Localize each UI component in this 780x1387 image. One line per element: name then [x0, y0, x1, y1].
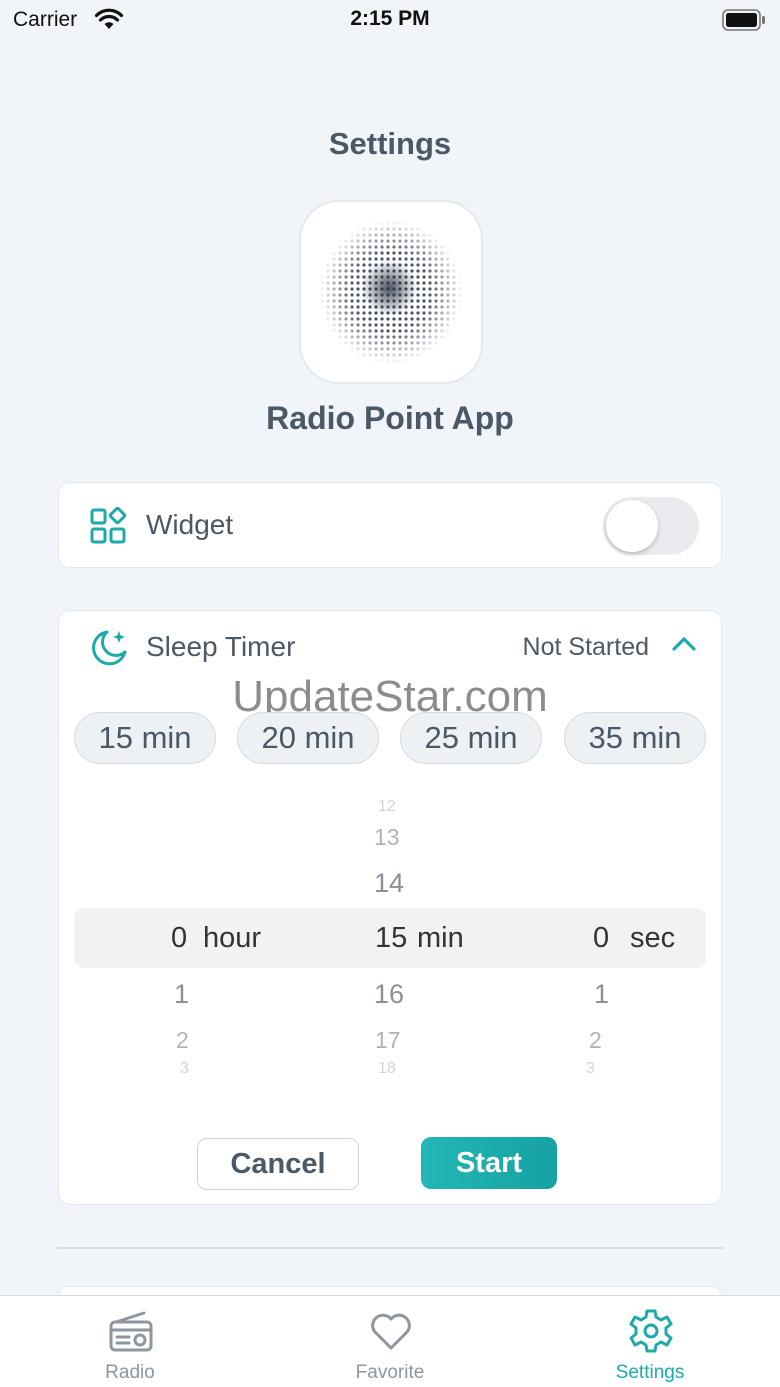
- tab-radio-label: Radio: [105, 1362, 155, 1383]
- status-bar: Carrier 2:15 PM: [0, 0, 780, 42]
- preset-35-min[interactable]: 35 min: [564, 712, 706, 764]
- tab-favorite-label: Favorite: [355, 1362, 425, 1383]
- picker-sec-unit: sec: [630, 922, 676, 954]
- heart-icon: [371, 1313, 411, 1350]
- picker-hour-option[interactable]: 2: [176, 1027, 189, 1054]
- picker-sec-option[interactable]: 2: [589, 1027, 602, 1054]
- picker-hour-option[interactable]: 3: [180, 1060, 189, 1078]
- gear-icon: [629, 1309, 673, 1353]
- preset-15-min[interactable]: 15 min: [74, 712, 216, 764]
- tab-settings-label: Settings: [615, 1362, 685, 1383]
- picker-sec-selected[interactable]: 0: [593, 922, 609, 955]
- picker-hour-unit: hour: [203, 922, 262, 954]
- cancel-button[interactable]: Cancel: [197, 1138, 359, 1190]
- divider: [57, 1247, 723, 1249]
- page-title: Settings: [328, 126, 452, 161]
- picker-min-option[interactable]: 12: [378, 798, 396, 816]
- app-logo: [299, 200, 483, 384]
- picker-min-unit: min: [417, 922, 464, 954]
- start-button[interactable]: Start: [421, 1137, 557, 1189]
- preset-25-min[interactable]: 25 min: [400, 712, 542, 764]
- picker-sec-option[interactable]: 3: [586, 1060, 595, 1078]
- widget-label: Widget: [146, 509, 234, 540]
- widget-icon: [89, 506, 127, 550]
- picker-min-option[interactable]: 14: [374, 868, 404, 899]
- picker-min-option[interactable]: 16: [374, 979, 404, 1010]
- tab-settings[interactable]: Settings: [520, 1296, 780, 1387]
- app-name: Radio Point App: [266, 400, 514, 436]
- picker-hour-selected[interactable]: 0: [171, 922, 187, 955]
- picker-sec-option[interactable]: 1: [594, 979, 609, 1010]
- widget-row: Widget: [58, 482, 722, 568]
- clock: 2:15 PM: [350, 7, 430, 30]
- picker-min-option[interactable]: 18: [378, 1060, 396, 1078]
- picker-min-option[interactable]: 13: [374, 824, 400, 851]
- preset-20-min[interactable]: 20 min: [237, 712, 379, 764]
- moon-icon: [89, 627, 131, 674]
- timer-status: Not Started: [522, 633, 649, 661]
- toggle-knob: [606, 500, 658, 552]
- tab-radio[interactable]: Radio: [0, 1296, 260, 1387]
- radio-icon: [109, 1311, 153, 1352]
- battery-icon: [722, 9, 766, 36]
- tab-favorite[interactable]: Favorite: [260, 1296, 520, 1387]
- sleep-timer-label: Sleep Timer: [146, 631, 296, 662]
- tab-bar: Radio Favorite Settings: [0, 1295, 780, 1387]
- picker-hour-option[interactable]: 1: [174, 979, 189, 1010]
- widget-toggle[interactable]: [603, 497, 699, 555]
- chevron-up-icon[interactable]: [671, 635, 697, 658]
- picker-min-option[interactable]: 17: [375, 1027, 401, 1054]
- picker-min-selected[interactable]: 15: [375, 922, 407, 955]
